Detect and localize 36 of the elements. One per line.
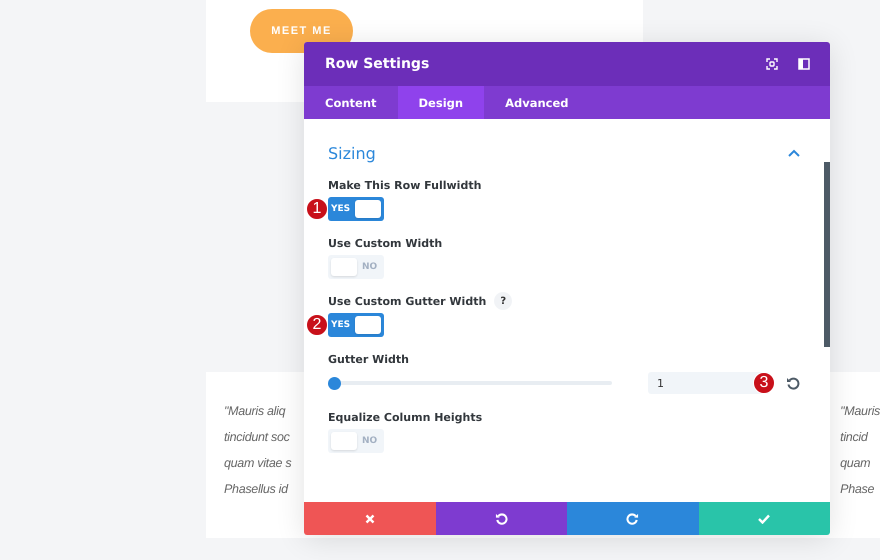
tab[interactable]: Content <box>304 86 398 119</box>
tab[interactable]: Advanced <box>484 86 590 119</box>
toggle-switch[interactable]: NO <box>328 255 384 279</box>
modal-title: Row Settings <box>325 56 430 72</box>
quote-text: "Mauris <box>840 403 880 420</box>
setting-label: Gutter Width <box>328 352 409 366</box>
check-icon <box>758 514 770 524</box>
tab[interactable]: Design <box>398 86 484 119</box>
step-marker: 2 <box>306 314 328 336</box>
slider-thumb[interactable] <box>328 376 341 390</box>
setting-label: Make This Row Fullwidth <box>328 178 482 192</box>
reset-icon[interactable] <box>786 376 800 390</box>
sidebar-icon[interactable] <box>798 58 810 70</box>
quote-text: quam <box>840 455 870 472</box>
quote-text: "Mauris aliq <box>224 403 286 420</box>
caret-icon[interactable] <box>788 149 800 157</box>
setting-label: Use Custom Gutter Width <box>328 294 486 308</box>
section-title[interactable]: Sizing <box>328 144 376 162</box>
quote-text: quam vitae s <box>224 455 292 472</box>
undo-icon <box>494 512 508 525</box>
quote-text: Phasellus id <box>224 481 288 498</box>
step-marker: 1 <box>306 198 328 220</box>
toggle-switch[interactable]: YES <box>328 313 384 337</box>
toggle-switch[interactable]: NO <box>328 429 384 453</box>
toggle-switch[interactable]: YES <box>328 197 384 221</box>
close-icon <box>364 514 375 524</box>
help-icon[interactable]: ? <box>494 292 512 310</box>
quote-text: Phase <box>840 481 874 498</box>
setting-label: Equalize Column Heights <box>328 410 482 424</box>
setting-label: Use Custom Width <box>328 236 442 250</box>
redo-icon <box>626 512 640 525</box>
slider[interactable] <box>328 376 612 390</box>
fullscreen-icon[interactable] <box>766 58 778 70</box>
step-marker: 3 <box>753 372 775 394</box>
quote-text: tincid <box>840 429 868 446</box>
quote-text: tincidunt soc <box>224 429 290 446</box>
